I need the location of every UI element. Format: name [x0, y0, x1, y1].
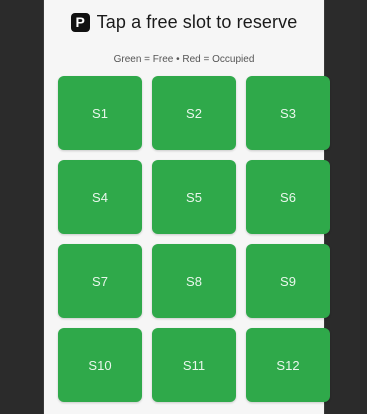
slot-button[interactable]: S3: [246, 76, 330, 150]
slot-button[interactable]: S8: [152, 244, 236, 318]
slot-button[interactable]: S5: [152, 160, 236, 234]
slot-button[interactable]: S1: [58, 76, 142, 150]
slot-button[interactable]: S9: [246, 244, 330, 318]
slot-button[interactable]: S12: [246, 328, 330, 402]
slot-button[interactable]: S10: [58, 328, 142, 402]
header: P Tap a free slot to reserve: [44, 8, 324, 36]
legend-text: Green = Free • Red = Occupied: [113, 54, 255, 65]
slot-button[interactable]: S4: [58, 160, 142, 234]
slot-button[interactable]: S2: [152, 76, 236, 150]
slot-button[interactable]: S11: [152, 328, 236, 402]
app-screen: P Tap a free slot to reserve Green = Fre…: [44, 0, 330, 414]
parking-icon: P: [70, 12, 90, 32]
page-title: Tap a free slot to reserve: [96, 11, 298, 32]
slot-button[interactable]: S7: [58, 244, 142, 318]
slot-grid: S1 S2 S3 S4 S5 S6 S7 S8 S9 S10 S11 S12: [58, 76, 330, 402]
slot-button[interactable]: S6: [246, 160, 330, 234]
